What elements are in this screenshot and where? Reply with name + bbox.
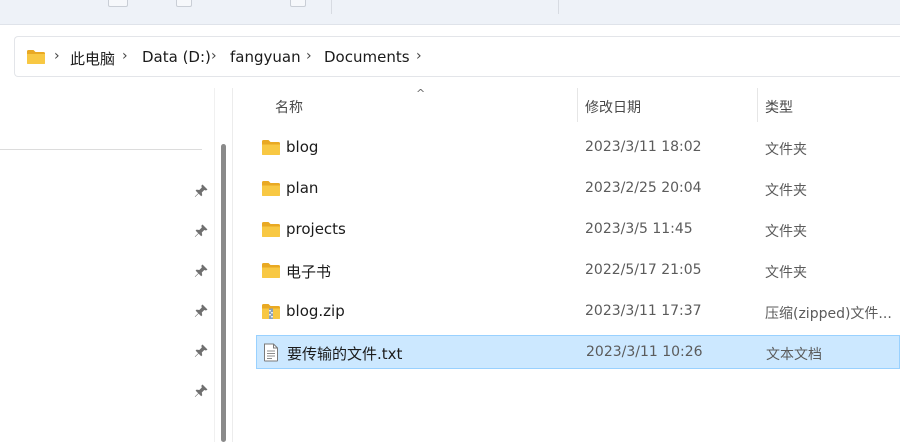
breadcrumb-chevron[interactable]: › [122,48,128,64]
file-row-blog[interactable]: blog 2023/3/11 18:02 文件夹 [256,131,900,165]
pin-icon[interactable] [193,183,209,199]
file-modified: 2023/3/11 18:02 [585,139,702,155]
breadcrumb-chevron[interactable]: › [54,48,60,64]
file-type: 文件夹 [765,183,807,199]
column-divider[interactable] [577,88,578,122]
folder-icon [262,140,280,155]
toolbar-divider [331,0,332,14]
toolbar-button-edge[interactable] [176,0,192,7]
breadcrumb-documents[interactable]: Documents [324,48,410,66]
file-row-ebooks[interactable]: 电子书 2022/5/17 21:05 文件夹 [256,254,900,288]
file-list: ^ 名称 修改日期 类型 blog 2023/3/11 18:02 文件夹 pl… [233,87,900,442]
command-bar [0,0,900,25]
folder-icon [262,263,280,278]
breadcrumb-chevron[interactable]: › [306,48,312,64]
breadcrumb-chevron[interactable]: › [211,48,217,64]
pin-icon[interactable] [193,223,209,239]
breadcrumb-chevron[interactable]: › [416,48,422,64]
toolbar-divider [558,0,559,14]
file-modified: 2023/2/25 20:04 [585,180,702,196]
sort-ascending-icon: ^ [416,87,426,100]
file-name: plan [286,179,319,197]
folder-icon [27,50,45,64]
file-type: 文件夹 [765,265,807,281]
pin-icon[interactable] [193,383,209,399]
pin-icon[interactable] [193,343,209,359]
breadcrumb-drive-d[interactable]: Data (D:) [142,48,211,66]
folder-icon [262,181,280,196]
file-name: blog.zip [286,302,345,320]
file-name: projects [286,220,346,238]
toolbar-button-edge[interactable] [290,0,306,7]
file-row-plan[interactable]: plan 2023/2/25 20:04 文件夹 [256,172,900,206]
file-name: blog [286,138,319,156]
column-header-modified[interactable]: 修改日期 [585,97,641,117]
zip-folder-icon [262,304,280,319]
column-divider[interactable] [757,88,758,122]
column-header-type[interactable]: 类型 [765,97,793,117]
file-type: 文件夹 [765,142,807,158]
file-row-projects[interactable]: projects 2023/3/5 11:45 文件夹 [256,213,900,247]
file-modified: 2023/3/11 17:37 [585,303,702,319]
column-header-name[interactable]: 名称 [275,97,303,117]
file-modified: 2023/3/11 10:26 [586,344,703,360]
file-name: 电子书 [286,263,332,281]
nav-divider [0,149,202,150]
toolbar-button-edge[interactable] [108,0,128,7]
pin-icon[interactable] [193,263,209,279]
file-name: 要传输的文件.txt [287,345,403,363]
file-type: 文件夹 [765,224,807,240]
pin-icon[interactable] [193,303,209,319]
file-modified: 2023/3/5 11:45 [585,221,693,237]
address-bar[interactable]: › 此电脑 › Data (D:) › fangyuan › Documents… [14,36,900,77]
nav-scrollbar[interactable] [214,88,233,442]
file-type: 文本文档 [766,347,822,363]
text-file-icon [264,343,278,362]
navigation-pane [0,88,214,442]
file-row-blog-zip[interactable]: blog.zip 2023/3/11 17:37 压缩(zipped)文件... [256,295,900,329]
file-type: 压缩(zipped)文件... [765,306,892,322]
folder-icon [262,222,280,237]
breadcrumb-fangyuan[interactable]: fangyuan [230,48,301,66]
nav-scrollbar-thumb[interactable] [221,144,226,442]
file-modified: 2022/5/17 21:05 [585,262,702,278]
breadcrumb-this-pc[interactable]: 此电脑 [70,48,115,69]
file-row-transfer-txt[interactable]: 要传输的文件.txt 2023/3/11 10:26 文本文档 [256,335,900,369]
